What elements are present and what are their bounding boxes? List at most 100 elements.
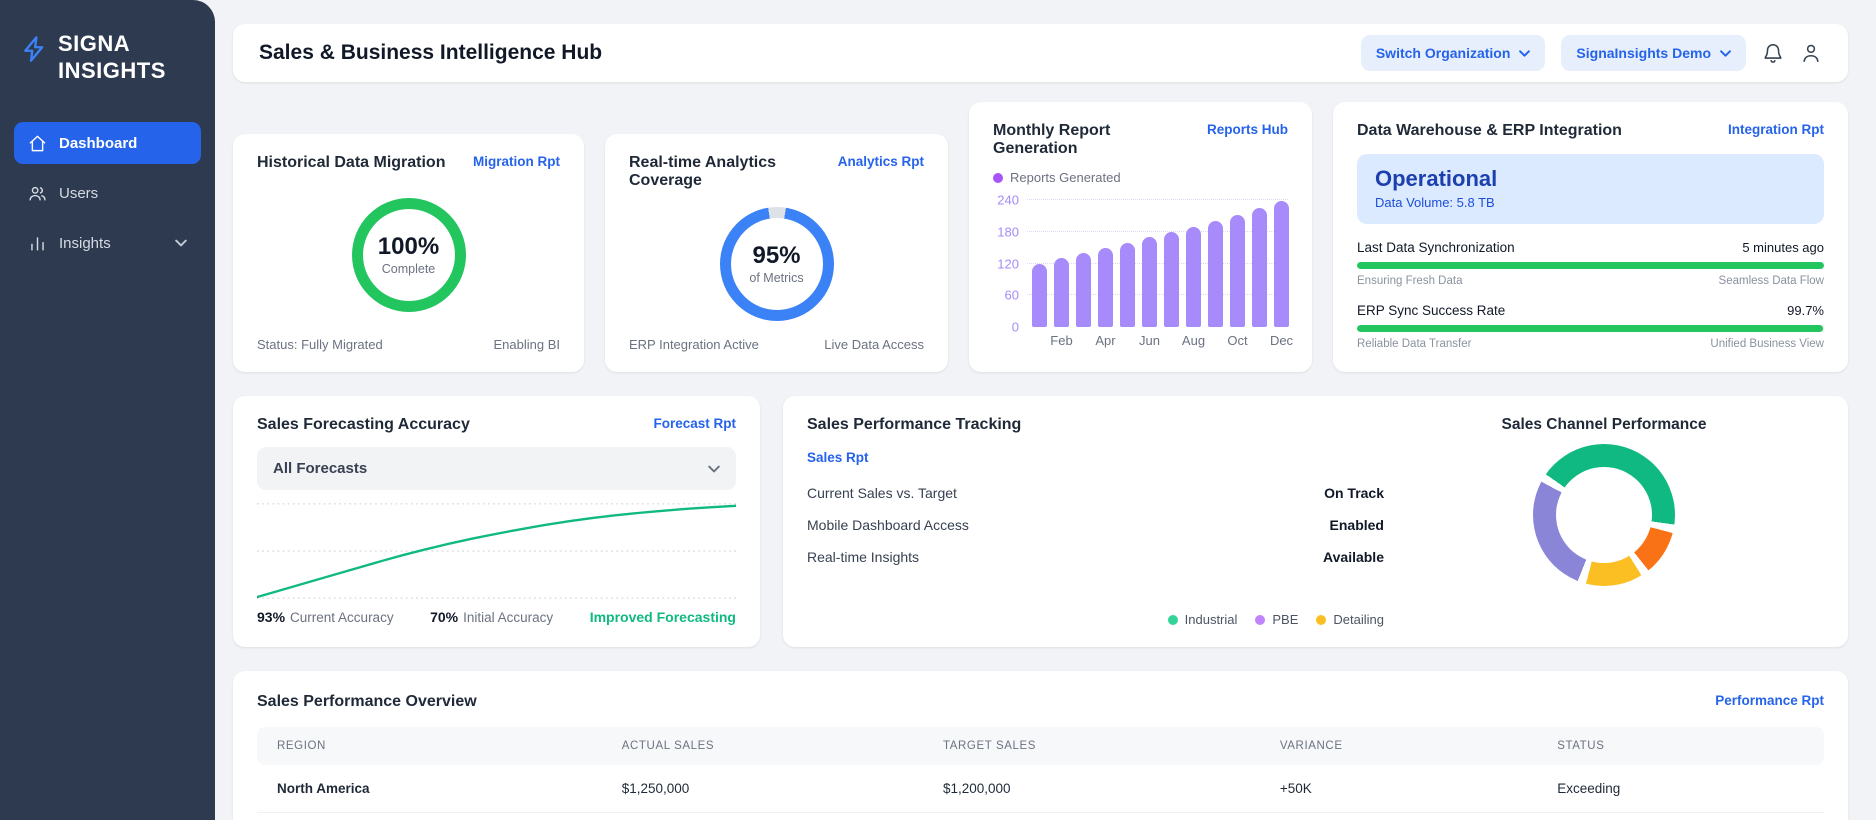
forecast-filter-value: All Forecasts	[273, 460, 368, 477]
migration-rpt-link[interactable]: Migration Rpt	[473, 154, 560, 169]
current-accuracy-label: Current Accuracy	[290, 610, 394, 625]
legend-label: Reports Generated	[1010, 170, 1121, 185]
sales-rpt-link[interactable]: Sales Rpt	[807, 450, 1384, 465]
sidebar-item-users[interactable]: Users	[14, 172, 201, 214]
migration-donut-caption: Complete	[381, 262, 436, 276]
app-logo: SIGNA INSIGHTS	[14, 26, 201, 84]
card-title: Sales Forecasting Accuracy	[257, 416, 470, 433]
monthly-report-generation-card: Monthly Report Generation Reports Hub Re…	[969, 102, 1312, 372]
y-axis-tick: 120	[997, 256, 1019, 272]
analytics-footer-right: Live Data Access	[824, 337, 924, 352]
x-axis-tick: Dec	[1269, 333, 1294, 348]
switch-organization-label: Switch Organization	[1375, 45, 1511, 61]
sidebar-item-label: Insights	[59, 234, 111, 252]
notifications-button[interactable]	[1762, 42, 1784, 64]
realtime-analytics-card: Real-time Analytics Coverage Analytics R…	[605, 134, 948, 372]
switch-organization-button[interactable]: Switch Organization	[1360, 35, 1546, 71]
forecast-filter-dropdown[interactable]: All Forecasts	[257, 447, 736, 490]
performance-rpt-link[interactable]: Performance Rpt	[1715, 693, 1824, 708]
tracking-rows: Current Sales vs. Target On Track Mobile…	[807, 485, 1384, 565]
progress-bar	[1357, 325, 1824, 332]
y-axis-tick: 0	[1011, 319, 1019, 335]
report-bar-chart: 0 60 120 180 240	[993, 193, 1289, 335]
chevron-down-icon	[1720, 49, 1731, 57]
topbar: Sales & Business Intelligence Hub Switch…	[233, 24, 1848, 82]
home-icon	[29, 135, 46, 151]
chevron-down-icon	[708, 465, 720, 472]
analytics-rpt-link[interactable]: Analytics Rpt	[838, 154, 924, 169]
channel-donut	[1533, 444, 1675, 586]
forecast-stats: 93% Current Accuracy 70% Initial Accuracy …	[257, 609, 736, 627]
operational-status-banner: Operational Data Volume: 5.8 TB	[1357, 154, 1824, 224]
legend-dot	[1255, 614, 1266, 625]
report-bar	[1186, 226, 1201, 327]
y-axis-tick: 60	[1004, 287, 1019, 303]
metric-sub-right: Unified Business View	[1710, 338, 1824, 350]
sidebar-nav: Dashboard Users Insights	[14, 122, 201, 264]
channel-legend: Industrial PBE Detailing	[1167, 612, 1384, 627]
card-title: Data Warehouse & ERP Integration	[1357, 122, 1622, 139]
analytics-donut: 95% of Metrics	[719, 206, 834, 321]
metric-sub-left: Ensuring Fresh Data	[1357, 275, 1463, 287]
metric-value: 5 minutes ago	[1742, 240, 1824, 255]
metric-sub-left: Reliable Data Transfer	[1357, 338, 1472, 350]
column-header-variance: Variance	[1259, 727, 1538, 765]
metric-label: Last Data Synchronization	[1357, 240, 1515, 255]
sales-forecasting-card: Sales Forecasting Accuracy Forecast Rpt …	[233, 396, 760, 647]
report-chart-legend: Reports Generated	[993, 170, 1288, 185]
analysis-row: Sales Forecasting Accuracy Forecast Rpt …	[233, 396, 1848, 647]
y-axis-tick: 180	[997, 224, 1019, 240]
legend-label: Industrial	[1184, 612, 1238, 627]
tracking-row-value: On Track	[1324, 485, 1384, 501]
channel-performance: Sales Channel Performance	[1384, 416, 1824, 627]
status-title: Operational	[1375, 166, 1498, 191]
sales-performance-overview-card: Sales Performance Overview Performance R…	[233, 671, 1848, 820]
card-title: Historical Data Migration	[257, 154, 446, 171]
sync-metric: Last Data Synchronization 5 minutes ago …	[1357, 240, 1824, 287]
bell-icon	[1764, 44, 1782, 63]
initial-accuracy-value: 70%	[430, 609, 459, 625]
migration-footer-right: Enabling BI	[493, 337, 561, 352]
metric-label: ERP Sync Success Rate	[1357, 303, 1506, 318]
report-xlabels: Feb Apr Jun Aug Oct Dec	[1032, 333, 1293, 349]
initial-accuracy-label: Initial Accuracy	[463, 610, 554, 625]
tracking-left: Sales Performance Tracking Sales Rpt Cur…	[807, 416, 1384, 627]
tracking-row-value: Available	[1323, 549, 1384, 565]
insights-chart-icon	[31, 236, 44, 251]
table-row: North America $1,250,000 $1,200,000 +50K…	[257, 765, 1824, 813]
logo-text: SIGNA INSIGHTS	[58, 31, 166, 83]
tracking-row-label: Real-time Insights	[807, 549, 920, 565]
data-volume-text: Data Volume: 5.8 TB	[1375, 195, 1495, 210]
report-yaxis: 0 60 120 180 240	[993, 193, 1027, 335]
column-header-region: Region	[257, 727, 602, 765]
table-header-row: Region Actual Sales Target Sales Varianc…	[257, 727, 1824, 765]
forecast-line-chart	[257, 496, 736, 609]
topbar-actions: Switch Organization SignaInsights Demo	[1360, 35, 1822, 71]
reports-hub-link[interactable]: Reports Hub	[1207, 122, 1288, 137]
progress-bar	[1357, 262, 1824, 269]
page-title: Sales & Business Intelligence Hub	[259, 41, 603, 64]
profile-button[interactable]	[1800, 42, 1822, 64]
card-title: Sales Performance Overview	[257, 693, 477, 710]
sales-performance-tracking-card: Sales Performance Tracking Sales Rpt Cur…	[783, 396, 1848, 647]
integration-rpt-link[interactable]: Integration Rpt	[1728, 122, 1824, 137]
card-title: Sales Performance Tracking	[807, 416, 1022, 433]
legend-dot	[1167, 614, 1178, 625]
report-bar	[1252, 208, 1267, 327]
forecast-rpt-link[interactable]: Forecast Rpt	[653, 416, 736, 431]
sidebar-item-insights[interactable]: Insights	[14, 222, 201, 264]
report-plot	[1027, 195, 1289, 327]
data-warehouse-card: Data Warehouse & ERP Integration Integra…	[1333, 102, 1848, 372]
erp-sync-metric: ERP Sync Success Rate 99.7% Reliable Dat…	[1357, 303, 1824, 350]
organization-select-button[interactable]: SignaInsights Demo	[1561, 35, 1746, 71]
legend-label: Detailing	[1333, 612, 1384, 627]
metric-sub-right: Seamless Data Flow	[1718, 275, 1824, 287]
table-row-partial	[257, 813, 1824, 820]
tracking-row: Mobile Dashboard Access Enabled	[807, 517, 1384, 533]
chevron-down-icon	[1519, 49, 1531, 57]
migration-status-text: Status: Fully Migrated	[257, 337, 383, 352]
x-axis-tick: Feb	[1050, 333, 1073, 348]
chevron-down-icon	[175, 239, 187, 247]
sidebar-item-label: Dashboard	[59, 134, 138, 152]
sidebar-item-dashboard[interactable]: Dashboard	[14, 122, 201, 164]
